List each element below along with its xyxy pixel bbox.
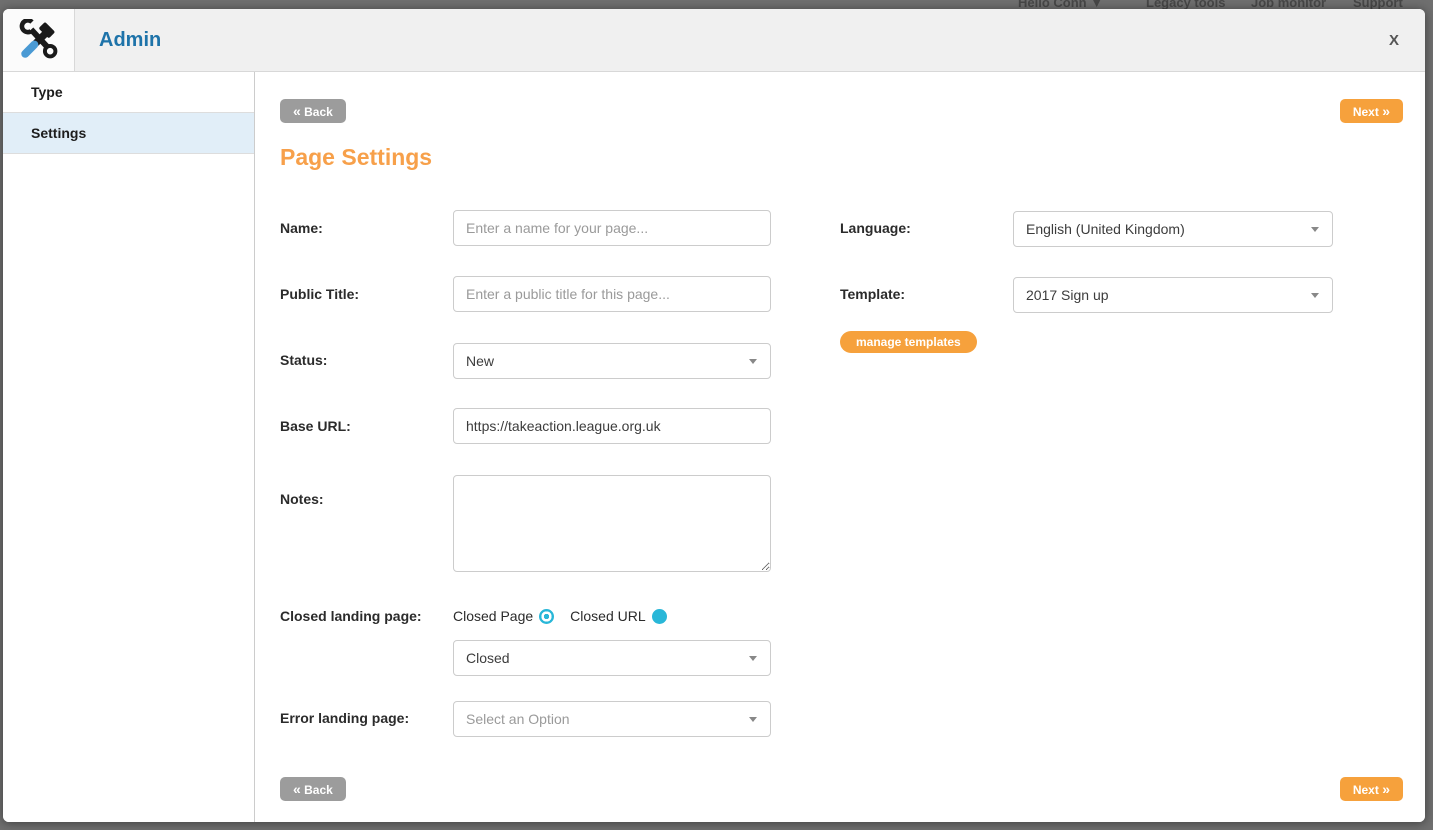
closed-page-select-value: Closed (466, 650, 510, 666)
chevron-down-icon (749, 656, 757, 661)
chevrons-right-icon: » (1382, 103, 1390, 119)
closed-page-radio-label: Closed Page (453, 608, 533, 624)
next-button-bottom[interactable]: Next » (1340, 777, 1403, 801)
manage-templates-button[interactable]: manage templates (840, 331, 977, 353)
status-select[interactable]: New (453, 343, 771, 379)
page-settings-panel: « Back Next » Page Settings Name: Public… (255, 72, 1425, 822)
chevron-down-icon (749, 359, 757, 364)
closed-url-radio[interactable] (652, 609, 667, 624)
name-input[interactable] (453, 210, 771, 246)
back-button-bottom[interactable]: « Back (280, 777, 346, 801)
template-label: Template: (840, 286, 905, 302)
notes-label: Notes: (280, 491, 324, 507)
chevrons-left-icon: « (293, 781, 301, 797)
tools-icon-box (3, 9, 75, 71)
template-select-value: 2017 Sign up (1026, 287, 1109, 303)
chevron-down-icon (1311, 293, 1319, 298)
chevrons-right-icon: » (1382, 781, 1390, 797)
status-label: Status: (280, 352, 327, 368)
page-title: Page Settings (280, 144, 432, 171)
back-button-label: Back (304, 783, 333, 797)
notes-textarea[interactable] (453, 475, 771, 572)
error-landing-select-value: Select an Option (466, 711, 570, 727)
back-button-top[interactable]: « Back (280, 99, 346, 123)
closed-page-radio[interactable] (539, 609, 554, 624)
chevron-down-icon (1311, 227, 1319, 232)
modal-body: Type Settings « Back Next » Page Setting… (3, 72, 1425, 822)
language-label: Language: (840, 220, 911, 236)
next-button-label: Next (1353, 783, 1379, 797)
modal-title: Admin (99, 29, 161, 52)
language-select-value: English (United Kingdom) (1026, 221, 1185, 237)
public-title-input[interactable] (453, 276, 771, 312)
close-icon[interactable]: X (1389, 32, 1399, 49)
closed-landing-label: Closed landing page: (280, 608, 422, 624)
chevron-down-icon (749, 717, 757, 722)
modal-header: Admin X (3, 9, 1425, 72)
next-button-top[interactable]: Next » (1340, 99, 1403, 123)
closed-page-select[interactable]: Closed (453, 640, 771, 676)
error-landing-select[interactable]: Select an Option (453, 701, 771, 737)
public-title-label: Public Title: (280, 286, 359, 302)
language-select[interactable]: English (United Kingdom) (1013, 211, 1333, 247)
template-select[interactable]: 2017 Sign up (1013, 277, 1333, 313)
status-select-value: New (466, 353, 494, 369)
tools-icon (18, 19, 60, 61)
back-button-label: Back (304, 105, 333, 119)
base-url-label: Base URL: (280, 418, 351, 434)
name-label: Name: (280, 220, 323, 236)
closed-url-radio-label: Closed URL (570, 608, 645, 624)
admin-modal: Admin X Type Settings « Back Next » Page… (3, 9, 1425, 822)
closed-landing-radio-group: Closed Page Closed URL (453, 606, 667, 626)
sidebar: Type Settings (3, 72, 255, 822)
next-button-label: Next (1353, 105, 1379, 119)
base-url-input[interactable] (453, 408, 771, 444)
sidebar-item-settings[interactable]: Settings (3, 113, 254, 154)
sidebar-item-type[interactable]: Type (3, 72, 254, 113)
error-landing-label: Error landing page: (280, 710, 409, 726)
chevrons-left-icon: « (293, 103, 301, 119)
